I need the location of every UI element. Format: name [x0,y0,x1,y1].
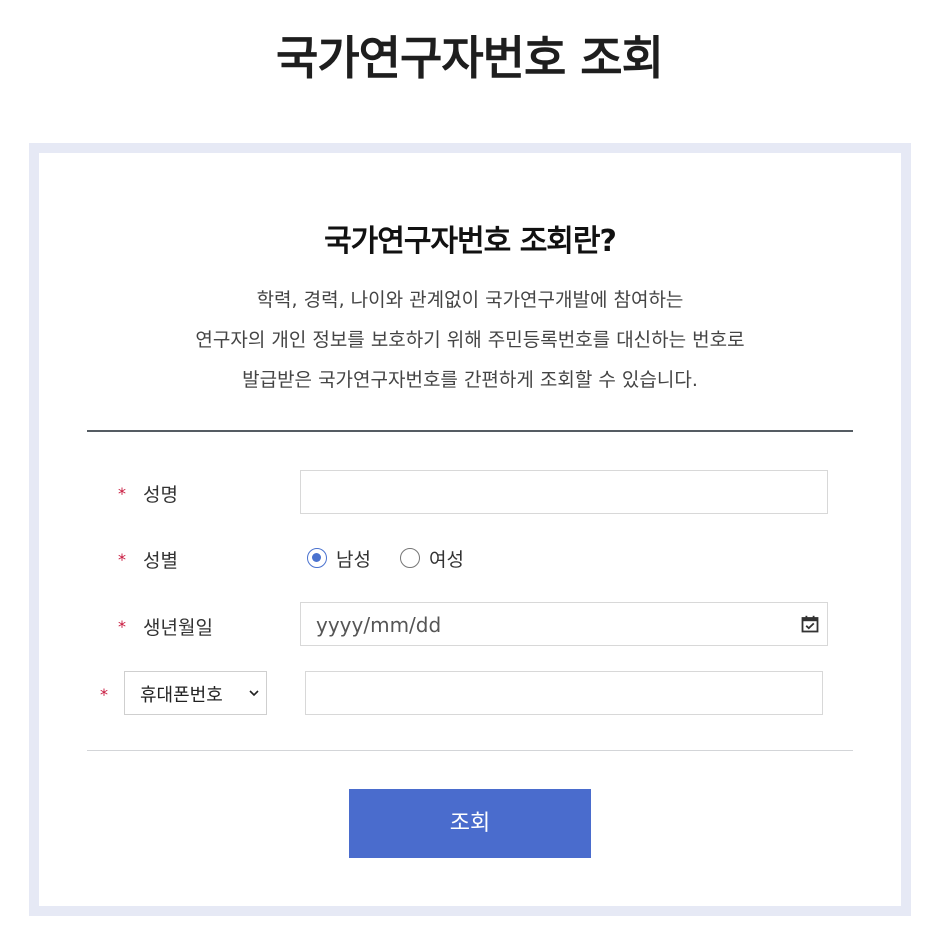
lookup-panel: 국가연구자번호 조회란? 학력, 경력, 나이와 관계없이 국가연구개발에 참여… [39,153,901,906]
name-label: 성명 [143,484,178,506]
birthdate-placeholder: yyyy/mm/dd [316,613,442,637]
birthdate-input[interactable]: yyyy/mm/dd [300,602,828,646]
search-button[interactable]: 조회 [349,789,591,858]
name-input[interactable] [300,470,828,514]
intro-line: 발급받은 국가연구자번호를 간편하게 조회할 수 있습니다. [242,369,698,391]
form-top-divider [87,430,853,432]
contact-type-select[interactable]: 휴대폰번호 [124,671,267,715]
intro-line: 연구자의 개인 정보를 보호하기 위해 주민등록번호를 대신하는 번호로 [195,329,745,351]
calendar-icon[interactable] [801,615,819,633]
intro-description: 학력, 경력, 나이와 관계없이 국가연구개발에 참여하는 연구자의 개인 정보… [39,280,901,400]
intro-line: 학력, 경력, 나이와 관계없이 국가연구개발에 참여하는 [256,289,684,311]
gender-female-label[interactable]: 여성 [429,545,464,572]
lookup-panel-frame: 국가연구자번호 조회란? 학력, 경력, 나이와 관계없이 국가연구개발에 참여… [29,143,911,916]
gender-male-label[interactable]: 남성 [336,545,371,572]
form-bottom-divider [87,750,853,751]
chevron-down-icon [249,690,259,697]
required-mark: * [118,484,126,503]
required-mark: * [100,685,108,704]
contact-number-input[interactable] [305,671,823,715]
contact-type-value: 휴대폰번호 [140,685,223,706]
gender-male-radio[interactable] [307,548,327,568]
required-mark: * [118,617,126,636]
birthdate-label: 생년월일 [143,617,213,639]
required-mark: * [118,550,126,569]
gender-label: 성별 [143,550,178,572]
gender-female-radio[interactable] [400,548,420,568]
page-title: 국가연구자번호 조회 [276,31,664,85]
intro-title: 국가연구자번호 조회란? [324,224,617,259]
